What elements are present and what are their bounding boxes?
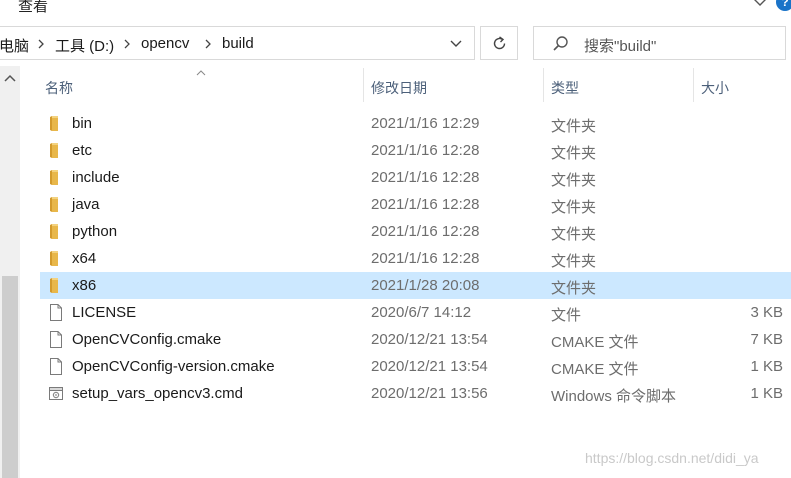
file-row[interactable]: etc 2021/1/16 12:28 文件夹 [40,137,791,164]
file-type: CMAKE 文件 [551,334,639,351]
file-type: 文件夹 [551,199,597,216]
folder-icon [48,277,64,294]
script-icon [48,385,64,402]
folder-icon [48,115,64,132]
file-size: 3 KB [750,304,783,321]
file-name: LICENSE [72,304,137,321]
file-type: 文件夹 [551,253,597,270]
scrollbar-thumb[interactable] [2,276,18,478]
file-type: 文件 [551,307,582,324]
file-name: x86 [72,277,97,294]
file-date-modified: 2020/12/21 13:54 [371,358,488,375]
folder-icon [48,223,64,240]
file-name: include [72,169,120,186]
refresh-icon [493,36,506,50]
file-type: 文件夹 [551,172,597,189]
folder-icon [48,196,64,213]
file-size: 7 KB [750,331,783,348]
file-type: 文件夹 [551,145,597,162]
file-name: setup_vars_opencv3.cmd [72,385,243,402]
vertical-scrollbar[interactable] [0,66,20,478]
file-date-modified: 2020/6/7 14:12 [371,304,472,321]
help-icon[interactable]: ? [776,0,791,11]
file-name: bin [72,115,93,132]
column-header-date[interactable]: 修改日期 [364,66,543,102]
file-row[interactable]: python 2021/1/16 12:28 文件夹 [40,218,791,245]
title-strip: 查看 ? [0,0,791,20]
ribbon-expand-icon[interactable] [750,0,770,10]
file-date-modified: 2021/1/16 12:28 [371,250,480,267]
chevron-right-icon[interactable] [37,39,45,49]
file-date-modified: 2020/12/21 13:56 [371,385,488,402]
file-size: 1 KB [750,385,783,402]
file-icon [48,358,64,375]
file-icon [48,331,64,348]
file-name: x64 [72,250,97,267]
chevron-down-icon[interactable] [448,37,464,51]
scroll-up-icon[interactable] [3,72,17,84]
file-name: python [72,223,118,240]
file-type: 文件夹 [551,226,597,243]
file-date-modified: 2021/1/16 12:28 [371,142,480,159]
file-date-modified: 2021/1/16 12:28 [371,196,480,213]
file-date-modified: 2021/1/16 12:28 [371,223,480,240]
folder-icon [48,250,64,267]
chevron-right-icon[interactable] [123,39,131,49]
column-header-type[interactable]: 类型 [544,66,693,102]
file-name: etc [72,142,93,159]
column-header-size-label: 大小 [701,80,729,96]
file-row[interactable]: java 2021/1/16 12:28 文件夹 [40,191,791,218]
address-bar[interactable]: 电脑 工具 (D:) opencv build [0,26,475,60]
file-row[interactable]: include 2021/1/16 12:28 文件夹 [40,164,791,191]
file-row[interactable]: OpenCVConfig.cmake 2020/12/21 13:54 CMAKE … [40,326,791,353]
folder-icon [48,169,64,186]
refresh-button[interactable] [480,26,518,60]
file-size: 1 KB [750,358,783,375]
file-name: OpenCVConfig.cmake [72,331,222,348]
file-name: java [72,196,100,213]
file-row[interactable]: setup_vars_opencv3.cmd 2020/12/21 13:56 Wi… [40,380,791,407]
column-header-date-label: 修改日期 [371,80,427,96]
file-name: OpenCVConfig-version.cmake [72,358,275,375]
file-row[interactable]: x86 2021/1/28 20:08 文件夹 [40,272,791,299]
file-icon [48,304,64,321]
column-header-name[interactable]: 名称 [40,66,363,102]
file-date-modified: 2021/1/28 20:08 [371,277,480,294]
file-row[interactable]: bin 2021/1/16 12:29 文件夹 [40,110,791,137]
file-type: CMAKE 文件 [551,361,639,378]
view-menu[interactable]: 查看 [18,0,48,16]
search-icon [553,36,568,51]
file-type: 文件夹 [551,280,597,297]
breadcrumb-build[interactable]: build [222,35,254,52]
file-row[interactable]: x64 2021/1/16 12:28 文件夹 [40,245,791,272]
chevron-right-icon[interactable] [204,39,212,49]
file-type: Windows 命令脚本 [551,388,677,405]
file-type: 文件夹 [551,118,597,135]
search-placeholder: 搜索"build" [584,38,657,55]
file-row[interactable]: LICENSE 2020/6/7 14:12 文件 3 KB [40,299,791,326]
breadcrumb-opencv[interactable]: opencv [141,35,189,52]
file-date-modified: 2021/1/16 12:28 [371,169,480,186]
file-date-modified: 2021/1/16 12:29 [371,115,480,132]
file-row[interactable]: OpenCVConfig-version.cmake 2020/12/21 13:… [40,353,791,380]
search-input[interactable]: 搜索"build" [533,26,786,60]
column-header-name-label: 名称 [45,80,73,96]
folder-icon [48,142,64,159]
breadcrumb-drive[interactable]: 工具 (D:) [55,35,114,56]
column-header-size[interactable]: 大小 [694,66,791,102]
breadcrumb-this-pc[interactable]: 电脑 [0,35,29,56]
file-date-modified: 2020/12/21 13:54 [371,331,488,348]
watermark: https://blog.csdn.net/didi_ya [585,450,759,466]
column-header-type-label: 类型 [551,80,579,96]
